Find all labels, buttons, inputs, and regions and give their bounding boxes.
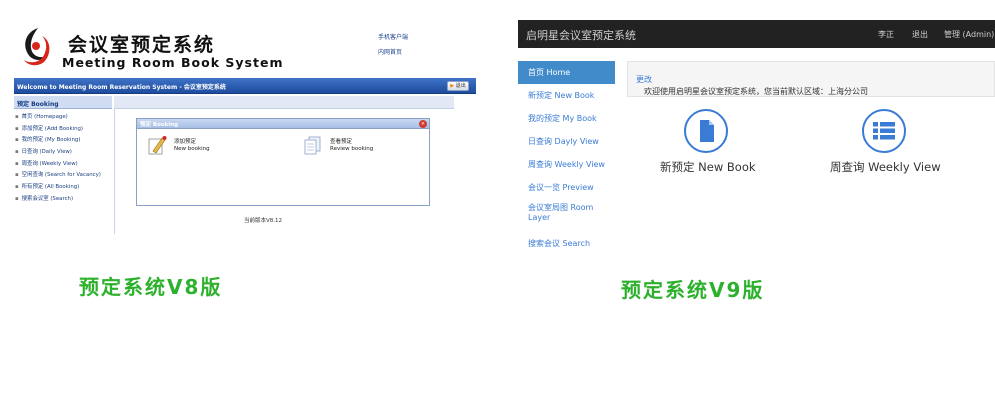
v8-sidebar-item-add-booking[interactable]: ▪ 添加预定 (Add Booking)	[14, 124, 112, 136]
v8-sidebar-item-search-vacancy[interactable]: ▪ 空闲查询 (Search for Vacancy)	[14, 170, 112, 182]
nav-user[interactable]: 李正	[878, 29, 894, 40]
sidebar-title: 预定 Booking	[17, 101, 59, 108]
item-label: 空闲查询 (Search for Vacancy)	[21, 172, 101, 179]
document-icon	[684, 109, 728, 153]
notice-line: 欢迎使用启明星会议室预定系统，您当前默认区域：上海分公司 更改	[636, 74, 868, 96]
v8-screenshot: 会议室预定系统 Meeting Room Book System 手机客户端 内…	[14, 20, 476, 234]
brand-logo-icon	[24, 28, 50, 66]
top-link-mobile[interactable]: 手机客户端	[378, 32, 408, 41]
bullet-icon: ▪	[15, 149, 19, 156]
caption-v8: 预定系统V8版	[79, 275, 223, 299]
sidebar-item-weekly-view[interactable]: 周查询 Weekly View	[518, 153, 615, 176]
dialog-title: 预定 Booking	[140, 122, 179, 128]
nav-admin[interactable]: 管理 (Admin)	[944, 29, 994, 40]
change-region-link[interactable]: 更改	[636, 75, 652, 84]
divider	[114, 109, 115, 234]
bullet-icon: ▪	[15, 184, 19, 191]
bullet-icon: ▪	[15, 125, 19, 132]
booking-dialog: 预定 Booking × 添加预定 New booking 查看预定 Revie…	[136, 118, 430, 206]
v9-sidebar: 首页 Home 新预定 New Book 我的预定 My Book 日查询 Da…	[518, 61, 615, 255]
bullet-icon: ▪	[15, 137, 19, 144]
welcome-banner: Welcome to Meeting Room Reservation Syst…	[14, 78, 476, 94]
top-navbar: 启明星会议室预定系统 李正 退出 管理 (Admin)	[518, 20, 995, 48]
main-header	[114, 96, 454, 109]
welcome-notice: 欢迎使用启明星会议室预定系统，您当前默认区域：上海分公司 更改	[627, 61, 995, 97]
review-booking-en: Review booking	[330, 146, 374, 152]
v8-sidebar-item-daily-view[interactable]: ▪ 日查询 (Daily View)	[14, 147, 112, 159]
new-book-label: 新预定 New Book	[660, 160, 756, 174]
sidebar-item-my-book[interactable]: 我的预定 My Book	[518, 107, 615, 130]
dialog-titlebar: 预定 Booking ×	[137, 119, 429, 129]
logout-label: 退出	[455, 83, 466, 89]
bullet-icon: ▪	[15, 172, 19, 179]
item-label: 我的预定 (My Booking)	[21, 137, 81, 144]
sidebar-item-room-layer[interactable]: 会议室局图 Room Layer	[518, 199, 615, 232]
item-label: 周查询 (Weekly View)	[21, 160, 78, 167]
sidebar-item-new-book[interactable]: 新预定 New Book	[518, 84, 615, 107]
item-label: 搜索会议室 (Search)	[21, 195, 74, 202]
v8-sidebar-item-homepage[interactable]: ▪ 首页 (Homepage)	[14, 112, 112, 124]
sidebar-item-home[interactable]: 首页 Home	[518, 61, 615, 84]
brand-title-en: Meeting Room Book System	[62, 55, 284, 70]
sidebar-item-dayly-view[interactable]: 日查询 Dayly View	[518, 130, 615, 153]
v9-screenshot: 启明星会议室预定系统 李正 退出 管理 (Admin) 首页 Home 新预定 …	[518, 20, 995, 266]
caption-v9: 预定系统V9版	[621, 278, 765, 302]
weekly-view-label: 周查询 Weekly View	[830, 160, 941, 174]
notice-text: 欢迎使用启明星会议室预定系统，您当前默认区域：上海分公司	[644, 87, 868, 96]
bullet-icon: ▪	[15, 195, 19, 202]
item-label: 首页 (Homepage)	[21, 114, 68, 120]
nav-logout[interactable]: 退出	[912, 29, 928, 40]
review-booking-cn: 查看预定	[330, 139, 353, 145]
pencil-icon	[148, 136, 167, 155]
close-icon[interactable]: ×	[419, 120, 427, 128]
item-label: 添加预定 (Add Booking)	[21, 125, 84, 132]
v8-sidebar-item-search[interactable]: ▪ 搜索会议室 (Search)	[14, 194, 112, 206]
item-label: 日查询 (Daily View)	[21, 149, 72, 156]
v8-sidebar: ▪ 首页 (Homepage) ▪ 添加预定 (Add Booking) ▪ 我的预定…	[14, 112, 112, 206]
sidebar-item-preview[interactable]: 会议一览 Preview	[518, 176, 615, 199]
sidebar-item-search[interactable]: 搜索会议 Search	[518, 232, 615, 255]
new-booking-en: New booking	[174, 146, 210, 152]
new-booking-cn: 添加预定	[174, 139, 197, 145]
bullet-icon: ▪	[15, 114, 19, 120]
app-title[interactable]: 启明星会议室预定系统	[526, 27, 636, 43]
version-text: 当前版本V8.12	[244, 218, 283, 224]
v8-sidebar-item-weekly-view[interactable]: ▪ 周查询 (Weekly View)	[14, 159, 112, 171]
documents-icon	[304, 136, 321, 155]
list-icon	[862, 109, 906, 153]
logout-button[interactable]: ▶ 退出	[447, 81, 469, 91]
banner-text: Welcome to Meeting Room Reservation Syst…	[17, 84, 226, 91]
play-icon: ▶	[450, 83, 455, 89]
v8-sidebar-item-my-booking[interactable]: ▪ 我的预定 (My Booking)	[14, 135, 112, 147]
v8-sidebar-item-all-booking[interactable]: ▪ 所有预定 (All Booking)	[14, 182, 112, 194]
item-label: 所有预定 (All Booking)	[21, 184, 80, 191]
top-link-intranet[interactable]: 内网首页	[378, 47, 402, 56]
brand-title-cn: 会议室预定系统	[68, 34, 216, 56]
bullet-icon: ▪	[15, 160, 19, 167]
sidebar-header: 预定 Booking	[14, 96, 112, 109]
